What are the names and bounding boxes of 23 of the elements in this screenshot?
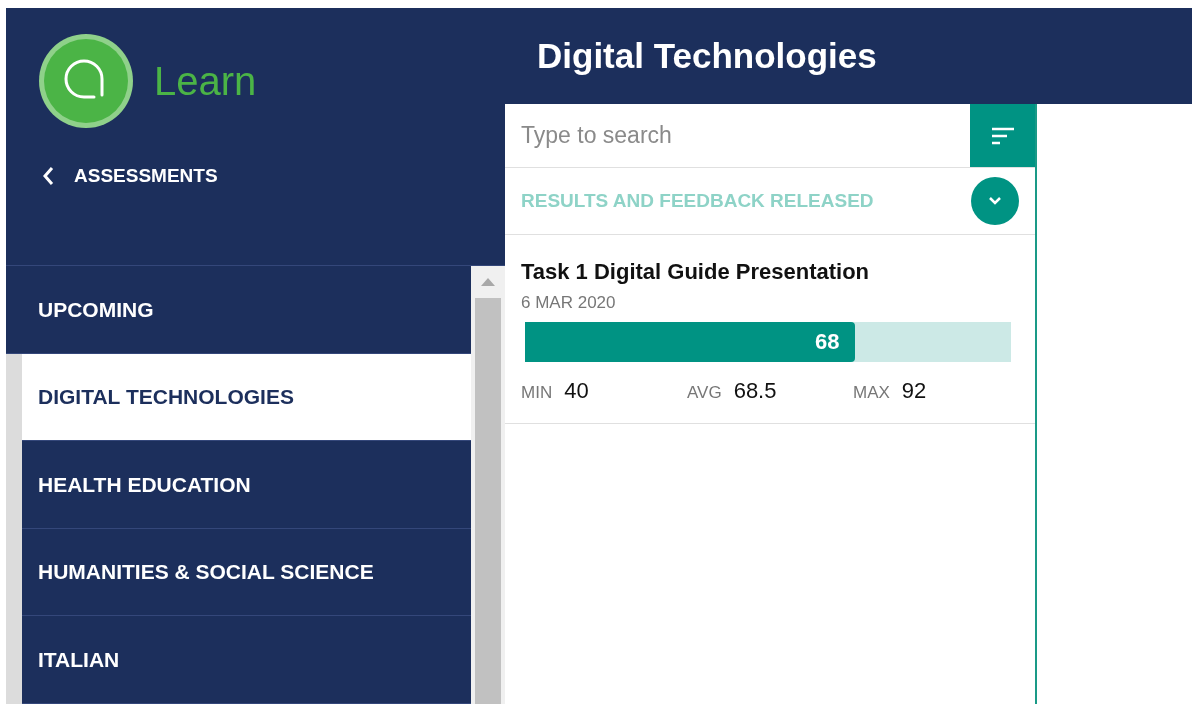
logo-icon bbox=[38, 33, 134, 129]
stat-label: MAX bbox=[853, 381, 890, 404]
stat-label: AVG bbox=[687, 381, 722, 404]
sort-lines-icon bbox=[990, 126, 1015, 145]
brand-name: Learn bbox=[154, 58, 257, 105]
chevron-icon bbox=[988, 196, 1002, 206]
scroll-up-icon[interactable] bbox=[481, 278, 495, 286]
back-link[interactable]: ASSESSMENTS bbox=[6, 162, 218, 191]
task-date: 6 MAR 2020 bbox=[521, 292, 617, 314]
score-value: 68 bbox=[815, 328, 840, 356]
stat-value: 68.5 bbox=[733, 376, 777, 405]
stat-value: 92 bbox=[901, 376, 927, 405]
search-field[interactable]: Type to search bbox=[505, 104, 970, 167]
task-title[interactable]: Task 1 Digital Guide Presentation bbox=[521, 255, 1019, 288]
stat-value: 40 bbox=[564, 376, 589, 405]
stat-label: MIN bbox=[521, 381, 553, 404]
chevron-left-icon bbox=[42, 166, 54, 187]
scrollbar[interactable] bbox=[471, 266, 505, 704]
page-title: Digital Technologies bbox=[537, 34, 877, 77]
nav-item[interactable]: DIGITAL TECHNOLOGIES bbox=[22, 353, 471, 442]
section-title: RESULTS AND FEEDBACK RELEASED bbox=[521, 188, 874, 213]
filter-button[interactable] bbox=[970, 104, 1035, 167]
collapse-button[interactable] bbox=[971, 177, 1019, 225]
